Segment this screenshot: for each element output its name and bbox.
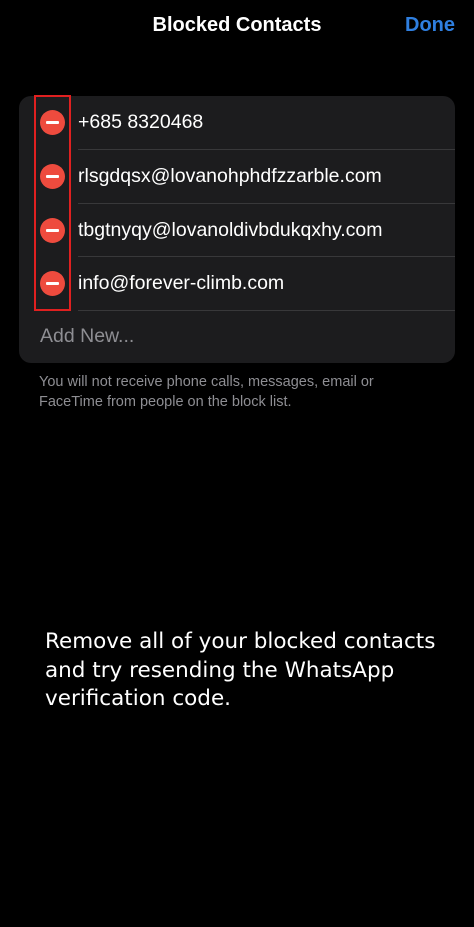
divider [78, 310, 455, 311]
add-new-button[interactable]: Add New... [40, 325, 134, 348]
list-item: +685 8320468 [19, 96, 455, 149]
minus-circle-icon[interactable] [40, 110, 65, 135]
blocked-contacts-list: +685 8320468 rlsgdqsx@lovanohphdfzzarble… [19, 96, 455, 363]
done-button[interactable]: Done [405, 14, 455, 37]
contact-label: info@forever-climb.com [78, 272, 285, 294]
contact-label: rlsgdqsx@lovanohphdfzzarble.com [78, 165, 382, 187]
block-list-note: You will not receive phone calls, messag… [39, 374, 374, 410]
contact-label: tbgtnyqy@lovanoldivbdukqxhy.com [78, 219, 383, 241]
minus-circle-icon[interactable] [40, 164, 65, 189]
page-title: Blocked Contacts [152, 14, 322, 36]
instruction-caption: Remove all of your blocked contacts and … [45, 629, 436, 711]
minus-circle-icon[interactable] [40, 218, 65, 243]
contact-label: +685 8320468 [78, 111, 204, 133]
list-item: tbgtnyqy@lovanoldivbdukqxhy.com [19, 204, 455, 257]
list-item: info@forever-climb.com [19, 257, 455, 310]
list-item: rlsgdqsx@lovanohphdfzzarble.com [19, 150, 455, 203]
minus-circle-icon[interactable] [40, 271, 65, 296]
